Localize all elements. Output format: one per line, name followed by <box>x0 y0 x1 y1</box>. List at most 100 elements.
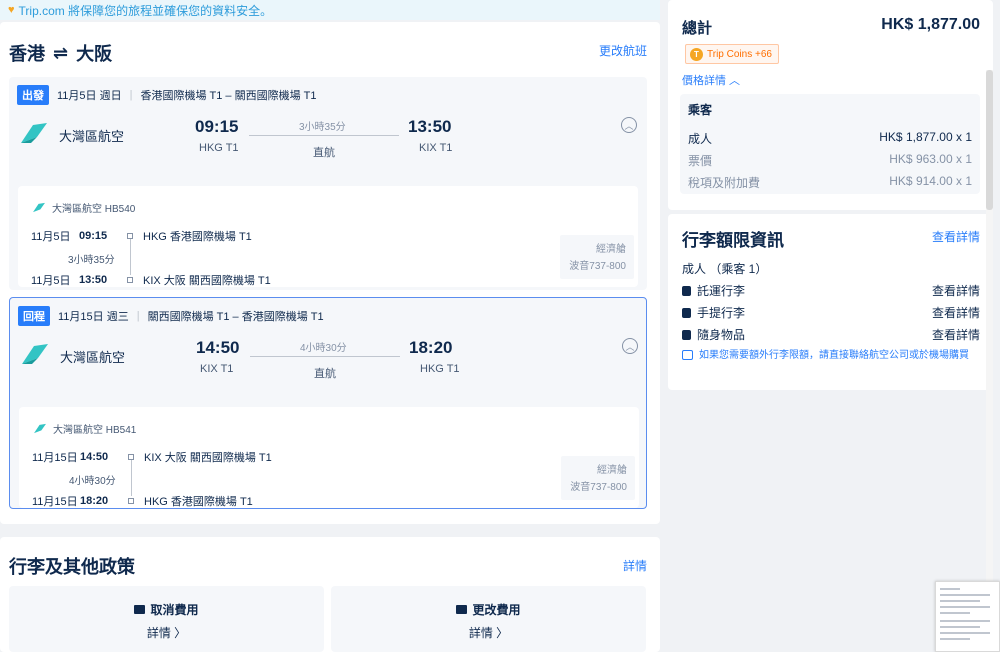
stops-label: 直航 <box>313 147 335 159</box>
trip-coins-badge: T Trip Coins +66 <box>685 44 779 64</box>
luggage-cart-icon <box>682 350 693 360</box>
segment-header: 回程 11月15日 週三 | 關西國際機場 T1 – 香港國際機場 T1 <box>18 306 324 326</box>
outbound-segment: 出發 11月5日 週日 | 香港國際機場 T1 – 關西國際機場 T1 大灣區航… <box>9 77 647 290</box>
thumb-line <box>940 588 960 590</box>
carry-on-link[interactable]: 查看詳情 <box>932 304 980 321</box>
change-fee-card[interactable]: 更改費用 詳情 〉 <box>331 586 646 652</box>
baggage-view-details-link[interactable]: 查看詳情 <box>932 228 980 245</box>
detail-arr-date: 11月15日 <box>32 496 78 508</box>
thumb-line <box>940 594 990 596</box>
collapse-chevron-up-icon[interactable]: ︿ <box>622 338 638 354</box>
cancellation-detail-link[interactable]: 詳情 〉 <box>9 624 324 641</box>
duration-line <box>249 135 399 136</box>
outbound-tag: 出發 <box>17 85 49 105</box>
detail-arr-airport: KIX 大阪 關西國際機場 T1 <box>143 275 271 287</box>
page-preview-thumbnail[interactable] <box>935 581 1000 652</box>
personal-item-link[interactable]: 查看詳情 <box>932 326 980 343</box>
carry-on-label-wrap: 手提行李 <box>682 304 745 321</box>
price-row-label: 票價 <box>688 154 713 168</box>
extra-baggage-note-text: 如果您需要額外行李限額，請直接聯絡航空公司或於機場購買 <box>699 350 969 361</box>
scrollbar-thumb[interactable] <box>986 70 993 210</box>
aircraft-type: 波音737-800 <box>569 261 626 272</box>
carry-on-row: 手提行李 查看詳情 <box>682 304 980 321</box>
departure-airport-code: HKG T1 <box>199 142 239 154</box>
arrival-time: 18:20 <box>409 338 453 357</box>
personal-item-label: 隨身物品 <box>697 328 746 342</box>
detail-flight-label: 大灣區航空 HB540 <box>52 204 136 215</box>
thumb-line <box>940 612 970 614</box>
change-detail-link[interactable]: 詳情 〉 <box>331 624 646 641</box>
personal-item-label-wrap: 隨身物品 <box>682 326 745 343</box>
thumb-line <box>940 606 990 608</box>
price-detail-toggle[interactable]: 價格詳情 ︿ <box>682 72 740 88</box>
trip-coins-label: Trip Coins +66 <box>707 48 772 60</box>
stops-label: 直航 <box>314 368 336 380</box>
price-row-taxes: 稅項及附加費 HK$ 914.00 x 1 <box>688 174 972 191</box>
checked-baggage-link[interactable]: 查看詳情 <box>932 282 980 299</box>
airline-logo-small-icon <box>33 202 45 213</box>
cabin-class: 經濟艙 <box>597 465 627 476</box>
cancellation-fee-label: 取消費用 <box>150 603 199 617</box>
collapse-chevron-up-icon[interactable]: ︿ <box>621 117 637 133</box>
cancellation-fee-card[interactable]: 取消費用 詳情 〉 <box>9 586 324 652</box>
round-trip-arrows-icon: ⇌ <box>53 42 69 63</box>
policy-detail-link[interactable]: 詳情 <box>623 557 647 574</box>
flight-duration: 4小時30分 <box>300 343 347 354</box>
total-label: 總計 <box>682 20 713 37</box>
detail-dep-date: 11月5日 <box>31 231 71 243</box>
price-summary-panel: 總計 HK$ 1,877.00 T Trip Coins +66 價格詳情 ︿ … <box>668 0 993 210</box>
segment-airports: 香港國際機場 T1 – 關西國際機場 T1 <box>140 90 317 102</box>
carry-on-bag-icon <box>682 307 691 318</box>
thumb-line <box>940 626 980 628</box>
shield-check-icon: ♥ <box>8 4 15 16</box>
checked-baggage-label: 託運行李 <box>697 284 746 298</box>
detail-duration: 3小時35分 <box>68 255 115 266</box>
baggage-allowance-panel: 行李額限資訊 查看詳情 成人 （乘客 1） 託運行李 查看詳情 手提行李 查看詳… <box>668 214 993 390</box>
return-segment: 回程 11月15日 週三 | 關西國際機場 T1 – 香港國際機場 T1 大灣區… <box>9 297 647 509</box>
segment-date: 11月15日 週三 <box>58 311 129 323</box>
coin-icon: T <box>690 47 703 61</box>
detail-arr-time: 13:50 <box>79 274 108 286</box>
price-row-label: 成人 <box>688 132 713 146</box>
aircraft-type: 波音737-800 <box>570 482 627 493</box>
policy-title: 行李及其他政策 <box>9 557 135 577</box>
duration-line <box>250 356 400 357</box>
personal-item-row: 隨身物品 查看詳情 <box>682 326 980 343</box>
extra-baggage-note: 如果您需要額外行李限額，請直接聯絡航空公司或於機場購買 <box>682 348 982 363</box>
cabin-info-box: 經濟艙 波音737-800 <box>560 235 634 279</box>
passenger-title: 乘客 <box>688 103 713 117</box>
arrival-time: 13:50 <box>408 117 452 136</box>
airline-name: 大灣區航空 <box>60 350 126 365</box>
departure-time: 14:50 <box>196 338 240 357</box>
price-row-fare: 票價 HK$ 963.00 x 1 <box>688 152 972 169</box>
flight-duration: 3小時35分 <box>299 122 346 133</box>
segment-date: 11月5日 週日 <box>57 90 122 102</box>
detail-arrival-row: 11月15日 18:20 HKG 香港國際機場 T1 <box>32 493 253 509</box>
detail-dep-airport: HKG 香港國際機場 T1 <box>143 231 252 243</box>
detail-departure-row: 11月15日 14:50 KIX 大阪 關西國際機場 T1 <box>32 449 272 465</box>
detail-departure-row: 11月5日 09:15 HKG 香港國際機場 T1 <box>31 228 252 244</box>
price-row-value: HK$ 1,877.00 x 1 <box>879 130 972 144</box>
calendar-icon <box>456 605 468 614</box>
segment-header: 出發 11月5日 週日 | 香港國際機場 T1 – 關西國際機場 T1 <box>17 85 316 105</box>
route-origin: 香港 <box>9 44 45 64</box>
cabin-info-box: 經濟艙 波音737-800 <box>561 456 635 500</box>
security-banner-text: Trip.com 將保障您的旅程並確保您的資料安全。 <box>18 3 273 18</box>
security-banner: ♥ Trip.com 將保障您的旅程並確保您的資料安全。 <box>0 0 660 20</box>
detail-duration: 4小時30分 <box>69 476 116 487</box>
price-row-label: 稅項及附加費 <box>688 176 761 190</box>
departure-time: 09:15 <box>195 117 239 136</box>
detail-arr-airport: HKG 香港國際機場 T1 <box>144 496 253 508</box>
timeline-line <box>130 239 131 275</box>
divider: | <box>136 310 140 322</box>
detail-dep-date: 11月15日 <box>32 452 78 464</box>
route-destination: 大阪 <box>76 44 113 64</box>
thumb-line <box>940 632 990 634</box>
change-fee-label: 更改費用 <box>472 603 521 617</box>
change-flight-link[interactable]: 更改航班 <box>599 42 647 59</box>
suitcase-icon <box>682 285 691 296</box>
detail-arrival-row: 11月5日 13:50 KIX 大阪 關西國際機場 T1 <box>31 272 271 288</box>
detail-dep-time: 14:50 <box>80 451 109 463</box>
sidebar-scrollbar[interactable] <box>986 70 993 652</box>
arrival-airport-code: KIX T1 <box>419 142 453 154</box>
